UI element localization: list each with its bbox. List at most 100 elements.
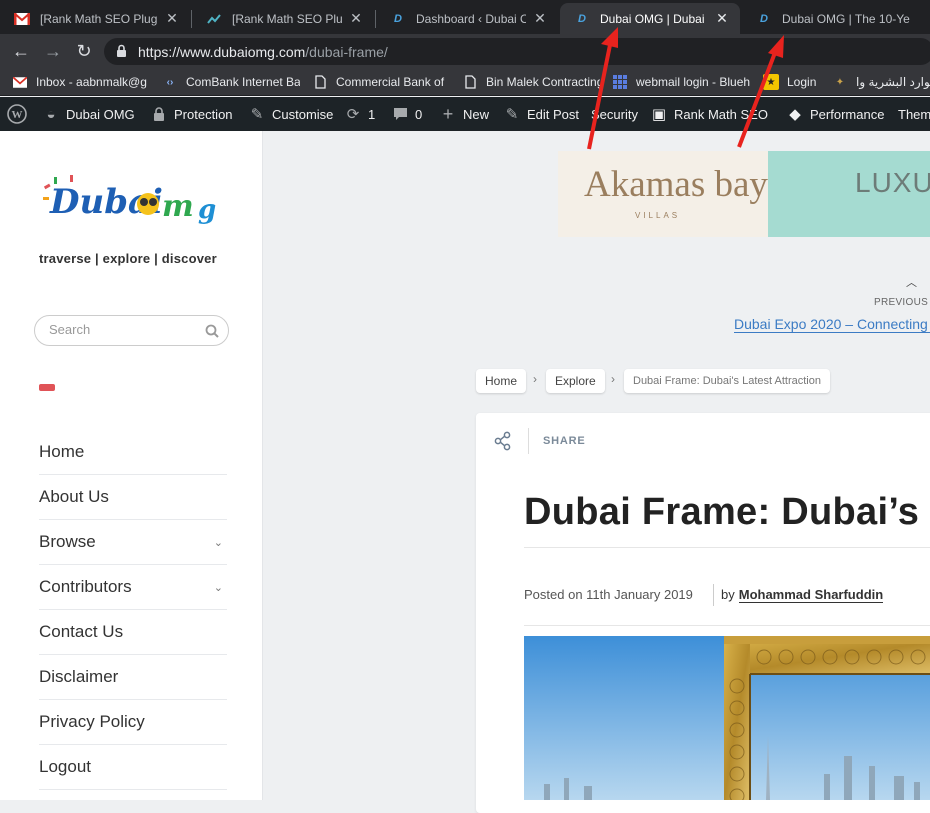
- previous-post-label: PREVIOUS P: [874, 297, 930, 308]
- admin-protection-label: Protection: [174, 106, 233, 122]
- admin-security[interactable]: Security: [591, 97, 638, 131]
- post-byline: by Mohammad Sharfuddin: [721, 587, 884, 603]
- menu-label: Browse: [39, 532, 96, 551]
- bookmark-combank[interactable]: ‹› ComBank Internet Ba: [162, 73, 300, 91]
- close-tab-icon[interactable]: ✕: [164, 10, 180, 27]
- sidebar-item-home[interactable]: Home: [39, 430, 227, 475]
- tab-dashboard[interactable]: D Dashboard ‹ Dubai OM ✕: [376, 3, 558, 34]
- tab-10-year[interactable]: D Dubai OMG | The 10-Ye: [742, 3, 930, 34]
- admin-comments[interactable]: 0: [391, 97, 422, 131]
- search-box[interactable]: [34, 315, 229, 346]
- bookmark-arabic[interactable]: ✦ موارد البشرية وا: [832, 73, 930, 91]
- reload-icon[interactable]: ↻: [73, 40, 95, 62]
- tab-title: Dubai OMG | The 10-Ye: [782, 11, 910, 26]
- menu-label: Home: [39, 442, 85, 461]
- back-arrow-icon[interactable]: ←: [10, 40, 32, 62]
- bookmark-bin-malek[interactable]: Bin Malek Contracting: [462, 73, 600, 91]
- admin-customise[interactable]: ✎ Customise: [248, 97, 334, 131]
- breadcrumb-current: Dubai Frame: Dubai's Latest Attraction: [624, 369, 830, 393]
- author-link[interactable]: Mohammad Sharfuddin: [738, 587, 884, 603]
- breadcrumb-explore[interactable]: Explore: [546, 369, 605, 393]
- wordpress-logo-icon[interactable]: W: [7, 97, 27, 131]
- admin-site-name[interactable]: ◒ Dubai OMG: [42, 97, 135, 131]
- admin-edit-post[interactable]: ✎ Edit Post: [503, 97, 579, 131]
- tab-rank-math-2[interactable]: [Rank Math SEO Plugin ✕: [192, 3, 374, 34]
- admin-updates[interactable]: ⟳ 1: [344, 97, 376, 131]
- accent-divider: [39, 384, 55, 391]
- lock-icon: [117, 44, 126, 57]
- admin-site-label: Dubai OMG: [66, 106, 135, 122]
- chevron-down-icon[interactable]: ⌄: [214, 581, 223, 594]
- tab-title: Dubai OMG | Dubai Fra: [600, 11, 708, 26]
- admin-rank-math[interactable]: ▣ Rank Math SEO: [650, 97, 768, 131]
- menu-label: Contributors: [39, 577, 132, 596]
- dubaiomg-logo[interactable]: Dubai m g: [40, 171, 216, 237]
- dashboard-gauge-icon: ◒: [46, 105, 56, 123]
- svg-text:W: W: [12, 109, 23, 121]
- chevron-down-icon[interactable]: ⌄: [214, 536, 223, 549]
- breadcrumb-home[interactable]: Home: [476, 369, 527, 393]
- browser-tab-strip: [Rank Math SEO Plugin ✕ [Rank Math SEO P…: [0, 0, 930, 34]
- bookmark-label: ComBank Internet Ba: [186, 75, 300, 89]
- post-title: Dubai Frame: Dubai’s L: [524, 491, 930, 533]
- bookmark-inbox[interactable]: Inbox - aabnmalk@g: [12, 73, 152, 91]
- sidebar-item-contributors[interactable]: Contributors ⌄: [39, 565, 227, 610]
- close-tab-icon[interactable]: ✕: [532, 10, 548, 27]
- admin-theme-label: Them: [898, 106, 930, 122]
- bookmark-label: Bin Malek Contracting: [486, 75, 600, 89]
- bookmark-label: webmail login - Blueh: [636, 75, 751, 89]
- divider: [524, 547, 930, 548]
- sidebar-item-contact-us[interactable]: Contact Us: [39, 610, 227, 655]
- sidebar-item-logout[interactable]: Logout: [39, 745, 227, 790]
- tab-rank-math-gmail[interactable]: [Rank Math SEO Plugin ✕: [0, 3, 190, 34]
- menu-label: Privacy Policy: [39, 712, 145, 731]
- admin-protection[interactable]: Protection: [150, 97, 233, 131]
- browser-toolbar: ← → ↻ https://www.dubaiomg.com/dubai-fra…: [0, 34, 930, 68]
- code-icon: ‹›: [166, 76, 174, 88]
- bookmark-commercial-bank[interactable]: Commercial Bank of C: [312, 73, 448, 91]
- sidebar-item-about-us[interactable]: About Us: [39, 475, 227, 520]
- menu-label: About Us: [39, 487, 109, 506]
- featured-image-dubai-frame: [524, 636, 930, 800]
- admin-new[interactable]: + New: [439, 97, 489, 131]
- comment-bubble-icon: [391, 105, 409, 123]
- dubaiomg-icon: D: [760, 12, 768, 25]
- chevron-up-icon[interactable]: ︿: [906, 274, 917, 290]
- search-icon[interactable]: [205, 324, 219, 338]
- ad-banner-akamas[interactable]: Akamas bay VILLAS: [558, 151, 768, 237]
- padlock-icon: [150, 105, 168, 123]
- sidebar-item-privacy-policy[interactable]: Privacy Policy: [39, 700, 227, 745]
- menu-label: Disclaimer: [39, 667, 119, 686]
- forward-arrow-icon[interactable]: →: [42, 40, 64, 62]
- admin-theme[interactable]: Them: [898, 97, 930, 131]
- bookmark-label: Commercial Bank of C: [336, 75, 448, 89]
- search-input[interactable]: [49, 322, 199, 337]
- bookmark-webmail[interactable]: webmail login - Blueh: [612, 73, 752, 91]
- dubaiomg-icon: D: [578, 12, 586, 25]
- share-label[interactable]: SHARE: [543, 435, 586, 447]
- gmail-icon: [14, 11, 30, 27]
- emblem-icon: ✦: [835, 76, 845, 88]
- svg-text:g: g: [198, 195, 216, 225]
- bookmark-login[interactable]: ★ Login: [763, 73, 823, 91]
- admin-new-label: New: [463, 106, 490, 122]
- admin-rank-math-label: Rank Math SEO: [674, 106, 768, 122]
- address-bar[interactable]: https://www.dubaiomg.com/dubai-frame/: [104, 38, 930, 65]
- url-text: https://www.dubaiomg.com/dubai-frame/: [138, 44, 388, 60]
- bookmark-label: موارد البشرية وا: [856, 75, 930, 89]
- sidebar-item-browse[interactable]: Browse ⌄: [39, 520, 227, 565]
- close-tab-icon[interactable]: ✕: [348, 10, 364, 27]
- page-icon: [312, 74, 328, 90]
- admin-performance[interactable]: ◆ Performance: [786, 97, 884, 131]
- close-tab-icon[interactable]: ✕: [714, 10, 730, 27]
- sidebar-item-disclaimer[interactable]: Disclaimer: [39, 655, 227, 700]
- previous-post-link[interactable]: Dubai Expo 2020 – Connecting M: [734, 316, 930, 333]
- share-icon[interactable]: [493, 431, 513, 451]
- tab-title: [Rank Math SEO Plugin: [40, 11, 158, 26]
- ad-banner-luxury[interactable]: LUXU: [768, 151, 930, 237]
- menu-label: Logout: [39, 757, 91, 776]
- bookmark-label: Login: [787, 75, 817, 89]
- tab-dubai-frame-active[interactable]: D Dubai OMG | Dubai Fra ✕: [560, 3, 740, 34]
- bookmark-label: Inbox - aabnmalk@g: [36, 75, 147, 89]
- ad-title: Akamas bay: [584, 164, 768, 205]
